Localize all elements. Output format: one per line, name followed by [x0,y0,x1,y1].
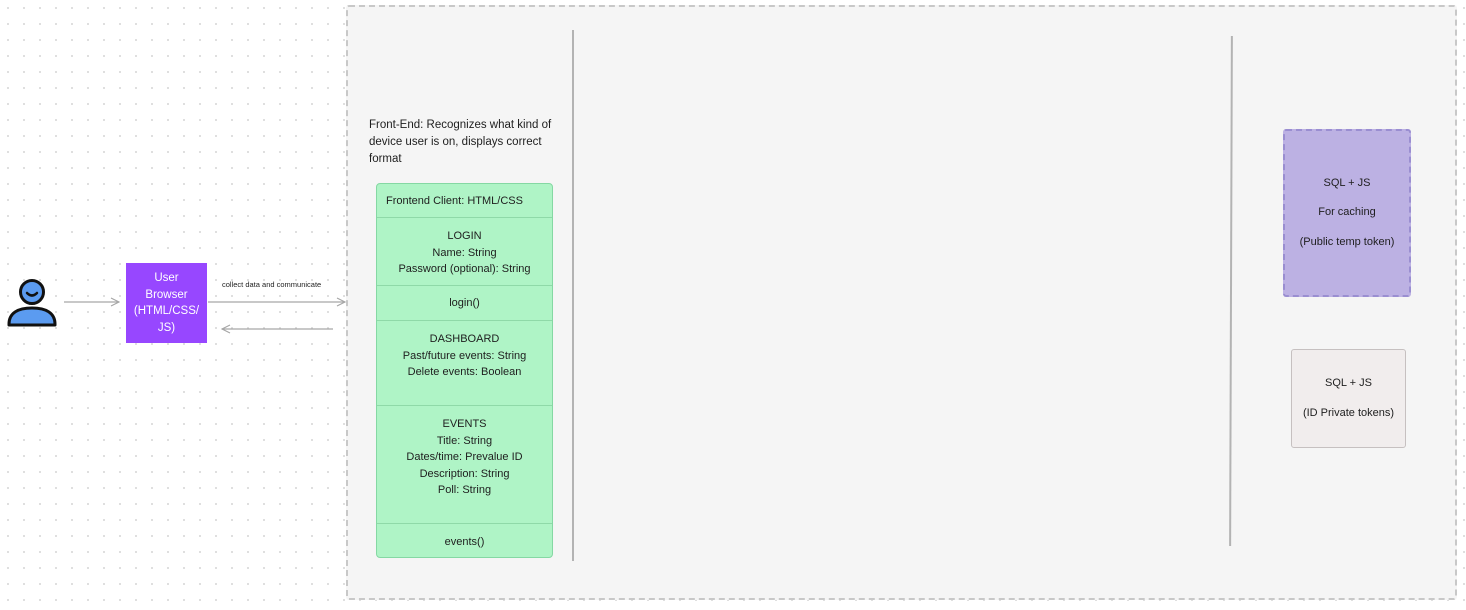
cache-database-node: SQL + JS For caching (Public temp token) [1283,129,1411,297]
cache-db-line: (Public temp token) [1299,235,1395,248]
section-divider [377,285,552,286]
private-database-node: SQL + JS (ID Private tokens) [1291,349,1406,448]
dashboard-field: Delete events: Boolean [407,366,522,378]
section-divider [377,405,552,406]
events-field: Title: String [436,434,493,447]
login-title: LOGIN [447,230,482,242]
events-section: EVENTS Title: String Dates/time: Prevalu… [377,416,552,499]
events-field: Description: String [419,467,510,480]
dashboard-field: Past/future events: String [402,349,527,362]
frontend-note: Front-End: Recognizes what kind of devic… [369,119,552,165]
frontend-client-card: Frontend Client: HTML/CSS LOGIN Name: St… [376,183,553,558]
login-method: login() [449,297,480,309]
dashboard-section: DASHBOARD Past/future events: String Del… [377,331,552,381]
user-browser-label: User Browser (HTML/CSS/ JS) [133,272,200,334]
divider-line-left [572,30,574,561]
private-db-line: SQL + JS [1325,377,1372,389]
user-browser-node: User Browser (HTML/CSS/ JS) [126,263,207,343]
login-field: Password (optional): String [398,263,531,275]
events-title: EVENTS [442,418,487,430]
private-db-line: (ID Private tokens) [1302,406,1395,419]
connection-label: collect data and communicate [222,280,322,289]
login-field: Name: String [432,246,497,259]
section-divider [377,320,552,321]
events-field: Dates/time: Prevalue ID [406,451,523,463]
events-method: events() [444,536,485,548]
cache-db-line: For caching [1318,206,1376,219]
dashboard-title: DASHBOARD [429,333,500,345]
login-section: LOGIN Name: String Password (optional): … [377,228,552,278]
section-divider [377,523,552,524]
events-field: Poll: String [437,484,492,496]
frontend-card-header: Frontend Client: HTML/CSS [386,195,523,207]
section-divider [377,217,552,218]
cache-db-line: SQL + JS [1323,176,1371,189]
person-icon [7,279,57,327]
